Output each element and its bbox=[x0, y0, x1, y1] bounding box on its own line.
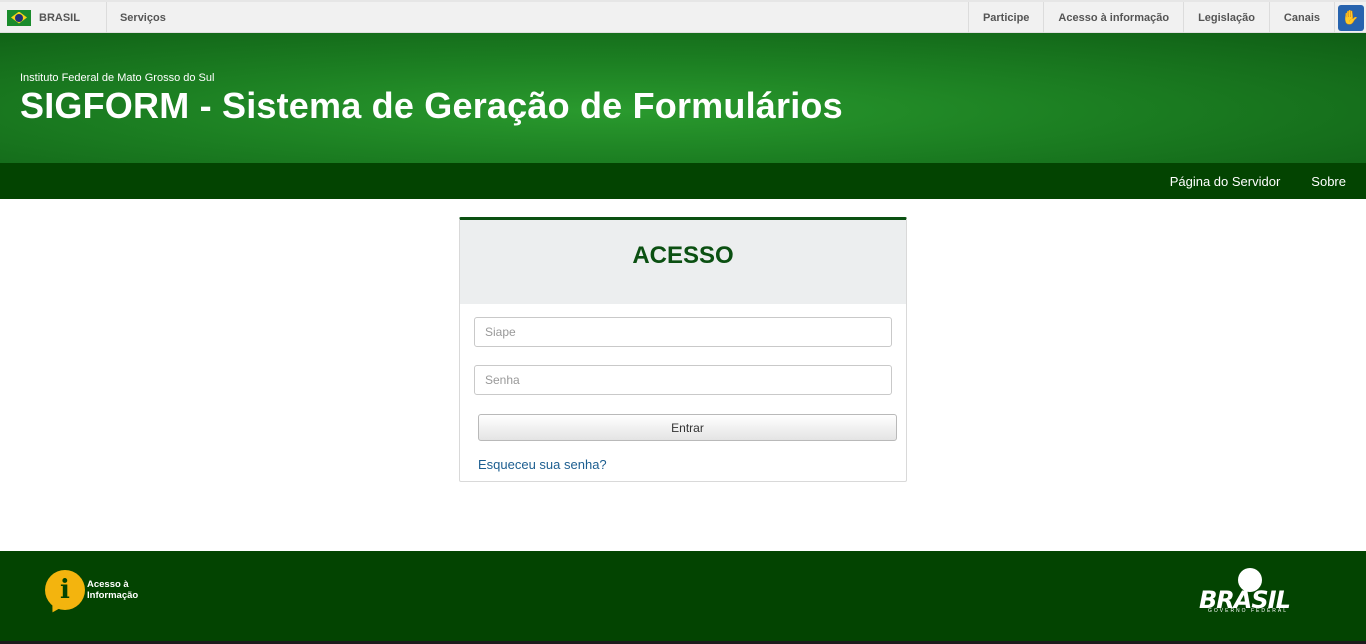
canais-link[interactable]: Canais bbox=[1268, 2, 1334, 33]
login-panel-header: ACESSO bbox=[460, 220, 906, 304]
login-title: ACESSO bbox=[632, 242, 734, 269]
acesso-informacao-badge[interactable]: i Acesso à Informação bbox=[45, 570, 141, 610]
brasil-governo-logo[interactable]: BRASIL GOVERNO FEDERAL bbox=[1196, 568, 1308, 614]
brasil-label: BRASIL bbox=[39, 11, 80, 24]
accessibility-hands-icon: ✋ bbox=[1337, 4, 1364, 31]
nav-pagina-servidor[interactable]: Página do Servidor bbox=[1170, 174, 1281, 189]
brasil-link[interactable]: BRASIL bbox=[0, 2, 107, 33]
gov-top-bar: BRASIL Serviços Participe Acesso à infor… bbox=[0, 0, 1366, 33]
site-header: Instituto Federal de Mato Grosso do Sul … bbox=[0, 33, 1366, 163]
siape-input[interactable] bbox=[474, 317, 892, 347]
acesso-informacao-link[interactable]: Acesso à informação bbox=[1043, 2, 1183, 33]
info-icon: i bbox=[45, 570, 85, 610]
page-title[interactable]: SIGFORM - Sistema de Geração de Formulár… bbox=[20, 85, 843, 127]
entrar-button[interactable]: Entrar bbox=[478, 414, 897, 441]
forgot-password-link[interactable]: Esqueceu sua senha? bbox=[478, 457, 607, 472]
brasil-logo-sub: GOVERNO FEDERAL bbox=[1208, 608, 1289, 614]
nav-sobre[interactable]: Sobre bbox=[1311, 174, 1346, 189]
libras-button[interactable]: ✋ bbox=[1334, 2, 1366, 33]
servicos-link[interactable]: Serviços bbox=[107, 12, 166, 24]
senha-input[interactable] bbox=[474, 365, 892, 395]
login-panel: ACESSO Entrar Esqueceu sua senha? bbox=[459, 217, 907, 482]
site-footer: i Acesso à Informação BRASIL GOVERNO FED… bbox=[0, 551, 1366, 644]
acesso-informacao-text: Acesso à Informação bbox=[87, 579, 139, 601]
brazil-flag-icon bbox=[7, 9, 31, 26]
main-nav: Página do Servidor Sobre bbox=[0, 163, 1366, 199]
legislacao-link[interactable]: Legislação bbox=[1183, 2, 1269, 33]
institution-name: Instituto Federal de Mato Grosso do Sul bbox=[20, 72, 215, 84]
participe-link[interactable]: Participe bbox=[967, 2, 1043, 33]
